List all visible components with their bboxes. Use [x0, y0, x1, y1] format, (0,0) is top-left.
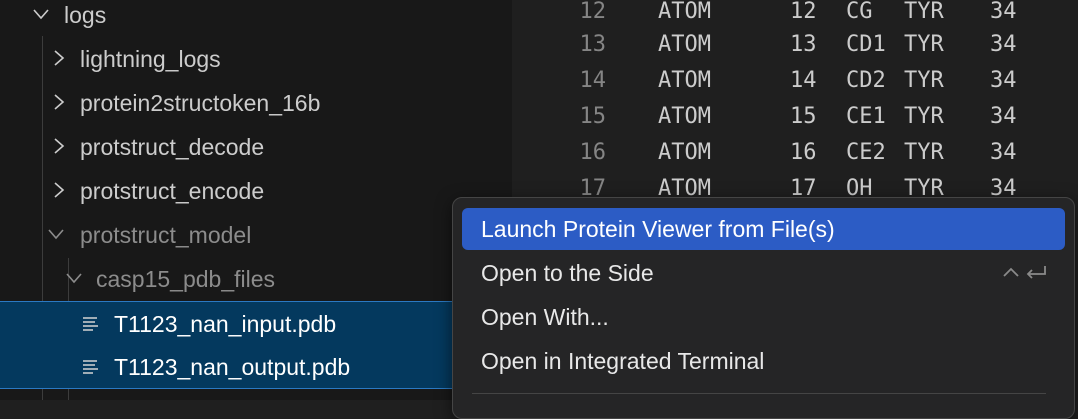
residue-name: TYR — [904, 32, 944, 57]
line-number: 15 — [579, 104, 607, 129]
residue-seq: 34 — [990, 140, 1017, 165]
atom-name: CG — [846, 0, 873, 24]
line-number: 13 — [579, 32, 607, 57]
menu-item-open-in-terminal[interactable]: Open in Integrated Terminal — [462, 340, 1065, 382]
line-number: 16 — [579, 140, 607, 165]
tree-item-label: logs — [64, 2, 107, 28]
tree-item-protstruct-model[interactable]: protstruct_model — [0, 213, 512, 257]
menu-item-label: Launch Protein Viewer from File(s) — [481, 216, 835, 242]
tree-item-label: protstruct_encode — [80, 178, 265, 204]
residue-seq: 34 — [990, 0, 1017, 24]
tree-item-protstruct-decode[interactable]: protstruct_decode — [0, 125, 512, 169]
menu-item-open-to-side[interactable]: Open to the Side — [462, 252, 1065, 294]
chevron-right-icon — [48, 48, 68, 68]
residue-name: TYR — [904, 104, 944, 129]
chevron-down-icon — [46, 224, 66, 244]
menu-separator — [472, 393, 1046, 394]
atom-serial: 12 — [790, 0, 817, 24]
tree-item-label: casp15_pdb_files — [96, 266, 276, 292]
chevron-down-icon — [64, 268, 84, 288]
menu-item-launch-protein-viewer[interactable]: Launch Protein Viewer from File(s) — [462, 208, 1065, 250]
tree-item-label: protstruct_decode — [80, 134, 265, 160]
atom-serial: 16 — [790, 140, 817, 165]
control-key-icon — [1003, 267, 1019, 277]
return-key-icon — [1026, 266, 1046, 279]
code-line: 14 ATOM 14 CD2 TYR 34 — [512, 63, 1078, 99]
record-name: ATOM — [658, 0, 711, 24]
menu-item-open-with[interactable]: Open With... — [462, 296, 1065, 338]
chevron-right-icon — [48, 180, 68, 200]
tree-item-casp15-pdb-files[interactable]: casp15_pdb_files — [0, 257, 512, 301]
code-line: 13 ATOM 13 CD1 TYR 34 — [512, 27, 1078, 63]
file-lines-icon — [82, 359, 100, 375]
chevron-right-icon — [48, 136, 68, 156]
atom-serial: 15 — [790, 104, 817, 129]
menu-item-label: Open in Integrated Terminal — [481, 348, 765, 374]
tree-item-t1123-nan-output-pdb[interactable]: T1123_nan_output.pdb — [0, 345, 512, 389]
tree-item-protein2structoken-16b[interactable]: protein2structoken_16b — [0, 81, 512, 125]
record-name: ATOM — [658, 32, 711, 57]
record-name: ATOM — [658, 140, 711, 165]
tree-item-logs[interactable]: logs — [0, 0, 512, 37]
line-number: 12 — [579, 0, 607, 24]
atom-serial: 13 — [790, 32, 817, 57]
line-number: 14 — [579, 68, 607, 93]
tree-item-t1123-nan-input-pdb[interactable]: T1123_nan_input.pdb — [0, 301, 512, 345]
tree-item-label: protein2structoken_16b — [80, 90, 321, 116]
record-name: ATOM — [658, 68, 711, 93]
residue-seq: 34 — [990, 104, 1017, 129]
atom-serial: 14 — [790, 68, 817, 93]
file-lines-icon — [82, 316, 100, 332]
tree-item-label: T1123_nan_output.pdb — [114, 354, 351, 380]
chevron-right-icon — [48, 92, 68, 112]
code-line: 15 ATOM 15 CE1 TYR 34 — [512, 99, 1078, 135]
explorer-panel: logs lightning_logs protein2structoken_1… — [0, 0, 512, 400]
atom-name: CE1 — [846, 104, 886, 129]
tree-item-lightning-logs[interactable]: lightning_logs — [0, 37, 512, 81]
tree-item-label: T1123_nan_input.pdb — [114, 311, 337, 337]
residue-seq: 34 — [990, 68, 1017, 93]
tree-item-label: lightning_logs — [80, 46, 221, 72]
menu-item-label: Open to the Side — [481, 260, 654, 286]
code-line: 12 ATOM 12 CG TYR 34 — [512, 0, 1078, 30]
chevron-down-icon — [31, 4, 51, 24]
atom-name: CD1 — [846, 32, 886, 57]
residue-name: TYR — [904, 0, 944, 24]
keyboard-shortcut — [1001, 263, 1051, 283]
context-menu: Launch Protein Viewer from File(s) Open … — [452, 197, 1075, 419]
tree-item-label: protstruct_model — [80, 222, 252, 248]
residue-name: TYR — [904, 68, 944, 93]
tree-item-protstruct-encode[interactable]: protstruct_encode — [0, 169, 512, 213]
atom-name: CE2 — [846, 140, 886, 165]
record-name: ATOM — [658, 104, 711, 129]
atom-name: CD2 — [846, 68, 886, 93]
code-line: 16 ATOM 16 CE2 TYR 34 — [512, 135, 1078, 171]
residue-name: TYR — [904, 140, 944, 165]
residue-seq: 34 — [990, 32, 1017, 57]
menu-item-label: Open With... — [481, 304, 609, 330]
